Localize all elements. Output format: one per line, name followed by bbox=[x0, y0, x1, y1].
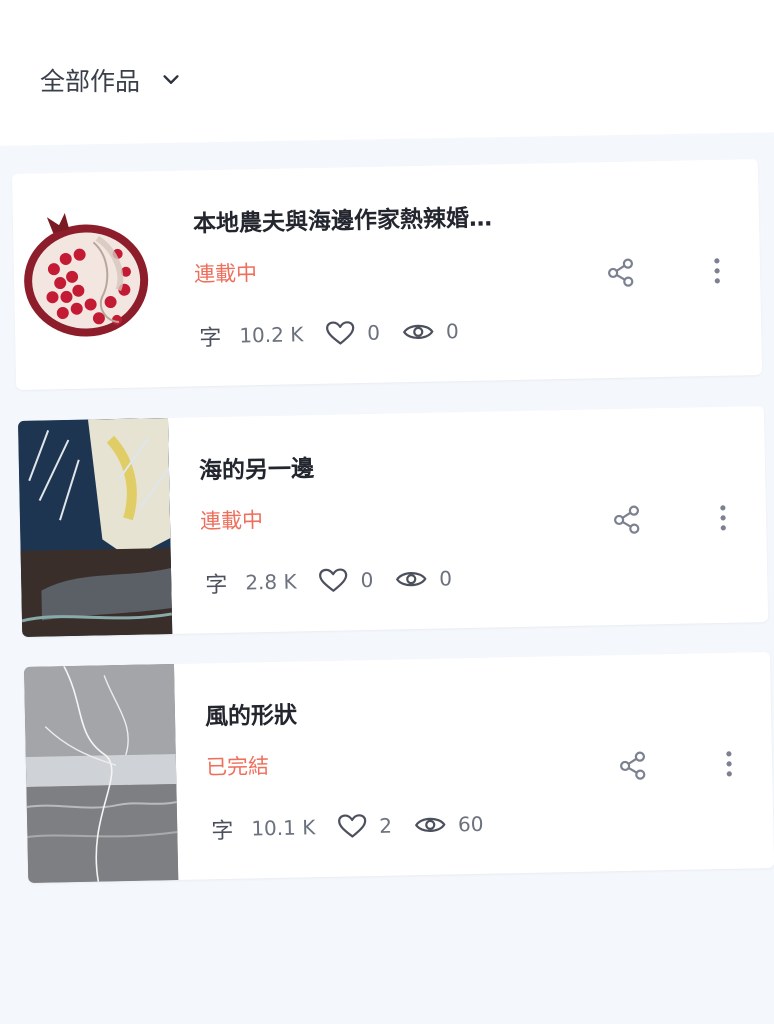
word-count-icon: 字 bbox=[205, 572, 228, 599]
view-count: 0 bbox=[445, 319, 459, 344]
work-status: 已完結 bbox=[205, 754, 270, 780]
eye-icon bbox=[414, 817, 446, 832]
work-title[interactable]: 海的另一邊 bbox=[199, 449, 315, 485]
work-stats: 字 2.8 K 0 0 bbox=[205, 562, 462, 599]
share-icon[interactable] bbox=[606, 257, 637, 288]
heart-icon bbox=[326, 321, 355, 345]
eye-icon bbox=[395, 572, 427, 587]
view-count: 0 bbox=[439, 566, 453, 591]
word-count: 10.1 K bbox=[251, 815, 316, 841]
pomegranate-illustration bbox=[24, 212, 149, 337]
heart-icon bbox=[319, 568, 348, 592]
work-title[interactable]: 風的形狀 bbox=[205, 696, 298, 732]
work-card[interactable]: 海的另一邊 連載中 字 2.8 K 0 0 bbox=[18, 406, 769, 637]
work-card[interactable]: 本地農夫與海邊作家熱辣婚… 連載中 字 10.2 K 0 0 bbox=[12, 159, 763, 390]
work-cover-image[interactable] bbox=[24, 663, 179, 883]
word-count: 10.2 K bbox=[239, 322, 304, 348]
work-card[interactable]: 風的形狀 已完結 字 10.1 K 2 60 bbox=[24, 652, 774, 883]
seascape-sketch-illustration bbox=[24, 663, 179, 883]
share-icon[interactable] bbox=[612, 504, 643, 535]
work-title[interactable]: 本地農夫與海邊作家熱辣婚… bbox=[193, 198, 493, 238]
eye-icon bbox=[402, 324, 434, 339]
more-options-icon[interactable] bbox=[722, 749, 737, 779]
work-info: 本地農夫與海邊作家熱辣婚… 連載中 字 10.2 K 0 0 bbox=[192, 159, 762, 386]
like-count: 0 bbox=[360, 567, 374, 593]
share-icon[interactable] bbox=[618, 750, 649, 781]
more-options-icon[interactable] bbox=[710, 256, 725, 286]
mermaid-illustration bbox=[18, 417, 173, 637]
work-stats: 字 10.1 K 2 60 bbox=[211, 808, 494, 846]
more-options-icon[interactable] bbox=[716, 503, 731, 533]
work-info: 海的另一邊 連載中 字 2.8 K 0 0 bbox=[198, 406, 768, 633]
view-count: 60 bbox=[457, 811, 484, 837]
like-count: 2 bbox=[379, 813, 393, 838]
work-stats: 字 10.2 K 0 0 bbox=[199, 315, 469, 352]
work-cover-image[interactable] bbox=[18, 417, 173, 637]
work-cover-image[interactable] bbox=[12, 170, 167, 390]
word-count-icon: 字 bbox=[199, 325, 222, 352]
work-info: 風的形狀 已完結 字 10.1 K 2 60 bbox=[204, 652, 774, 879]
works-list: 本地農夫與海邊作家熱辣婚… 連載中 字 10.2 K 0 0 海的另一邊 連載中… bbox=[0, 0, 774, 1024]
word-count-icon: 字 bbox=[211, 818, 234, 845]
heart-icon bbox=[338, 814, 367, 838]
word-count: 2.8 K bbox=[245, 569, 297, 595]
works-page: 全部作品 本地農夫與海邊作家熱辣婚… 連載中 字 10.2 K 0 0 海的另一… bbox=[0, 0, 774, 1024]
work-status: 連載中 bbox=[193, 261, 258, 287]
work-status: 連載中 bbox=[199, 508, 264, 534]
like-count: 0 bbox=[367, 320, 381, 345]
